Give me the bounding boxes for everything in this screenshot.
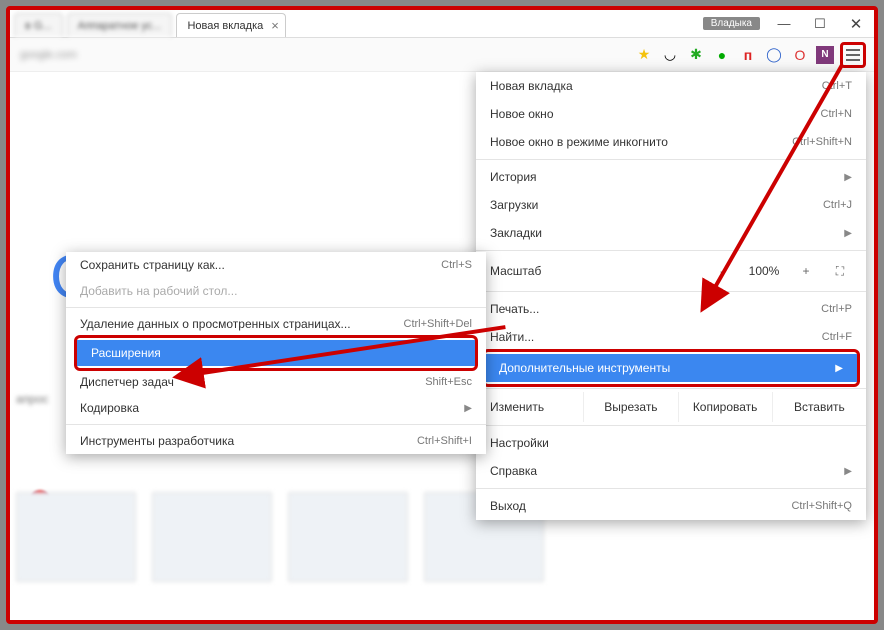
menu-separator: [476, 488, 866, 489]
menu-separator: [476, 425, 866, 426]
extension-icon[interactable]: ●: [712, 45, 732, 65]
chevron-right-icon: ▶: [835, 363, 843, 374]
menu-separator: [476, 388, 866, 389]
site-thumbnail[interactable]: [152, 492, 272, 582]
opera-icon[interactable]: O: [790, 45, 810, 65]
window-controls: — ☐ ✕: [766, 10, 874, 37]
submenu-encoding[interactable]: Кодировка▶: [66, 395, 486, 421]
close-icon[interactable]: ×: [271, 14, 279, 38]
annotation-highlight: Дополнительные инструменты▶: [482, 349, 860, 387]
window-titlebar: в G... Аппаратное ус... Новая вкладка × …: [10, 10, 874, 38]
menu-help[interactable]: Справка▶: [476, 457, 866, 485]
menu-edit-row: Изменить Вырезать Копировать Вставить: [476, 392, 866, 422]
submenu-add-desktop: Добавить на рабочий стол...: [66, 278, 486, 304]
site-thumbnail[interactable]: [288, 492, 408, 582]
close-button[interactable]: ✕: [838, 10, 874, 37]
submenu-extensions[interactable]: Расширения: [77, 340, 475, 366]
browser-toolbar: google.com ★ ◡ ✱ ● п ◯ O N: [10, 38, 874, 72]
menu-settings[interactable]: Настройки: [476, 429, 866, 457]
chevron-right-icon: ▶: [844, 466, 852, 477]
submenu-more-tools: Сохранить страницу как...Ctrl+S Добавить…: [66, 252, 486, 454]
annotated-screenshot-frame: в G... Аппаратное ус... Новая вкладка × …: [6, 6, 878, 624]
menu-more-tools[interactable]: Дополнительные инструменты▶: [485, 354, 857, 382]
extension-icon[interactable]: п: [738, 45, 758, 65]
chevron-right-icon: ▶: [464, 403, 472, 414]
chrome-main-menu: Новая вкладкаCtrl+T Новое окноCtrl+N Нов…: [476, 72, 866, 520]
onenote-icon[interactable]: N: [816, 46, 834, 64]
paste-button[interactable]: Вставить: [772, 392, 866, 422]
tab-title: Новая вкладка: [187, 14, 263, 38]
maximize-button[interactable]: ☐: [802, 10, 838, 37]
extension-icon[interactable]: ◯: [764, 45, 784, 65]
chevron-right-icon: ▶: [844, 228, 852, 239]
submenu-task-manager[interactable]: Диспетчер задачShift+Esc: [66, 369, 486, 395]
zoom-percent: 100%: [744, 264, 784, 278]
tab-active[interactable]: Новая вкладка ×: [176, 13, 285, 37]
submenu-save-as[interactable]: Сохранить страницу как...Ctrl+S: [66, 252, 486, 278]
cut-button[interactable]: Вырезать: [583, 392, 677, 422]
menu-new-tab[interactable]: Новая вкладкаCtrl+T: [476, 72, 866, 100]
menu-print[interactable]: Печать...Ctrl+P: [476, 295, 866, 323]
pocket-icon[interactable]: ◡: [660, 45, 680, 65]
annotation-highlight: Расширения: [74, 335, 478, 371]
menu-incognito[interactable]: Новое окно в режиме инкогнитоCtrl+Shift+…: [476, 128, 866, 156]
menu-history[interactable]: История▶: [476, 163, 866, 191]
submenu-clear-data[interactable]: Удаление данных о просмотренных страница…: [66, 311, 486, 337]
menu-exit[interactable]: ВыходCtrl+Shift+Q: [476, 492, 866, 520]
menu-find[interactable]: Найти...Ctrl+F: [476, 323, 866, 351]
menu-downloads[interactable]: ЗагрузкиCtrl+J: [476, 191, 866, 219]
menu-separator: [66, 307, 486, 308]
chevron-right-icon: ▶: [844, 172, 852, 183]
menu-bookmarks[interactable]: Закладки▶: [476, 219, 866, 247]
chrome-menu-button[interactable]: [840, 42, 866, 68]
menu-separator: [476, 159, 866, 160]
tab-strip: в G... Аппаратное ус... Новая вкладка ×: [10, 10, 703, 37]
truncated-text: апрос: [16, 392, 49, 406]
fullscreen-icon[interactable]: ⛶: [828, 264, 852, 279]
address-bar[interactable]: google.com: [10, 49, 628, 61]
menu-separator: [476, 250, 866, 251]
tab-inactive[interactable]: в G...: [14, 13, 63, 37]
menu-separator: [476, 291, 866, 292]
menu-zoom: Масштаб - 100% + ⛶: [476, 254, 866, 288]
zoom-label: Масштаб: [490, 264, 700, 278]
zoom-out-button[interactable]: -: [710, 264, 734, 278]
zoom-in-button[interactable]: +: [794, 264, 818, 278]
menu-separator: [66, 424, 486, 425]
menu-new-window[interactable]: Новое окноCtrl+N: [476, 100, 866, 128]
submenu-devtools[interactable]: Инструменты разработчикаCtrl+Shift+I: [66, 428, 486, 454]
evernote-icon[interactable]: ✱: [686, 45, 706, 65]
site-thumbnail[interactable]: [16, 492, 136, 582]
edit-label: Изменить: [476, 392, 583, 422]
bookmark-star-icon[interactable]: ★: [634, 45, 654, 65]
copy-button[interactable]: Копировать: [678, 392, 772, 422]
profile-badge[interactable]: Владыка: [703, 17, 760, 30]
most-visited-thumbnails: [16, 492, 544, 582]
tab-inactive[interactable]: Аппаратное ус...: [67, 13, 173, 37]
minimize-button[interactable]: —: [766, 10, 802, 37]
